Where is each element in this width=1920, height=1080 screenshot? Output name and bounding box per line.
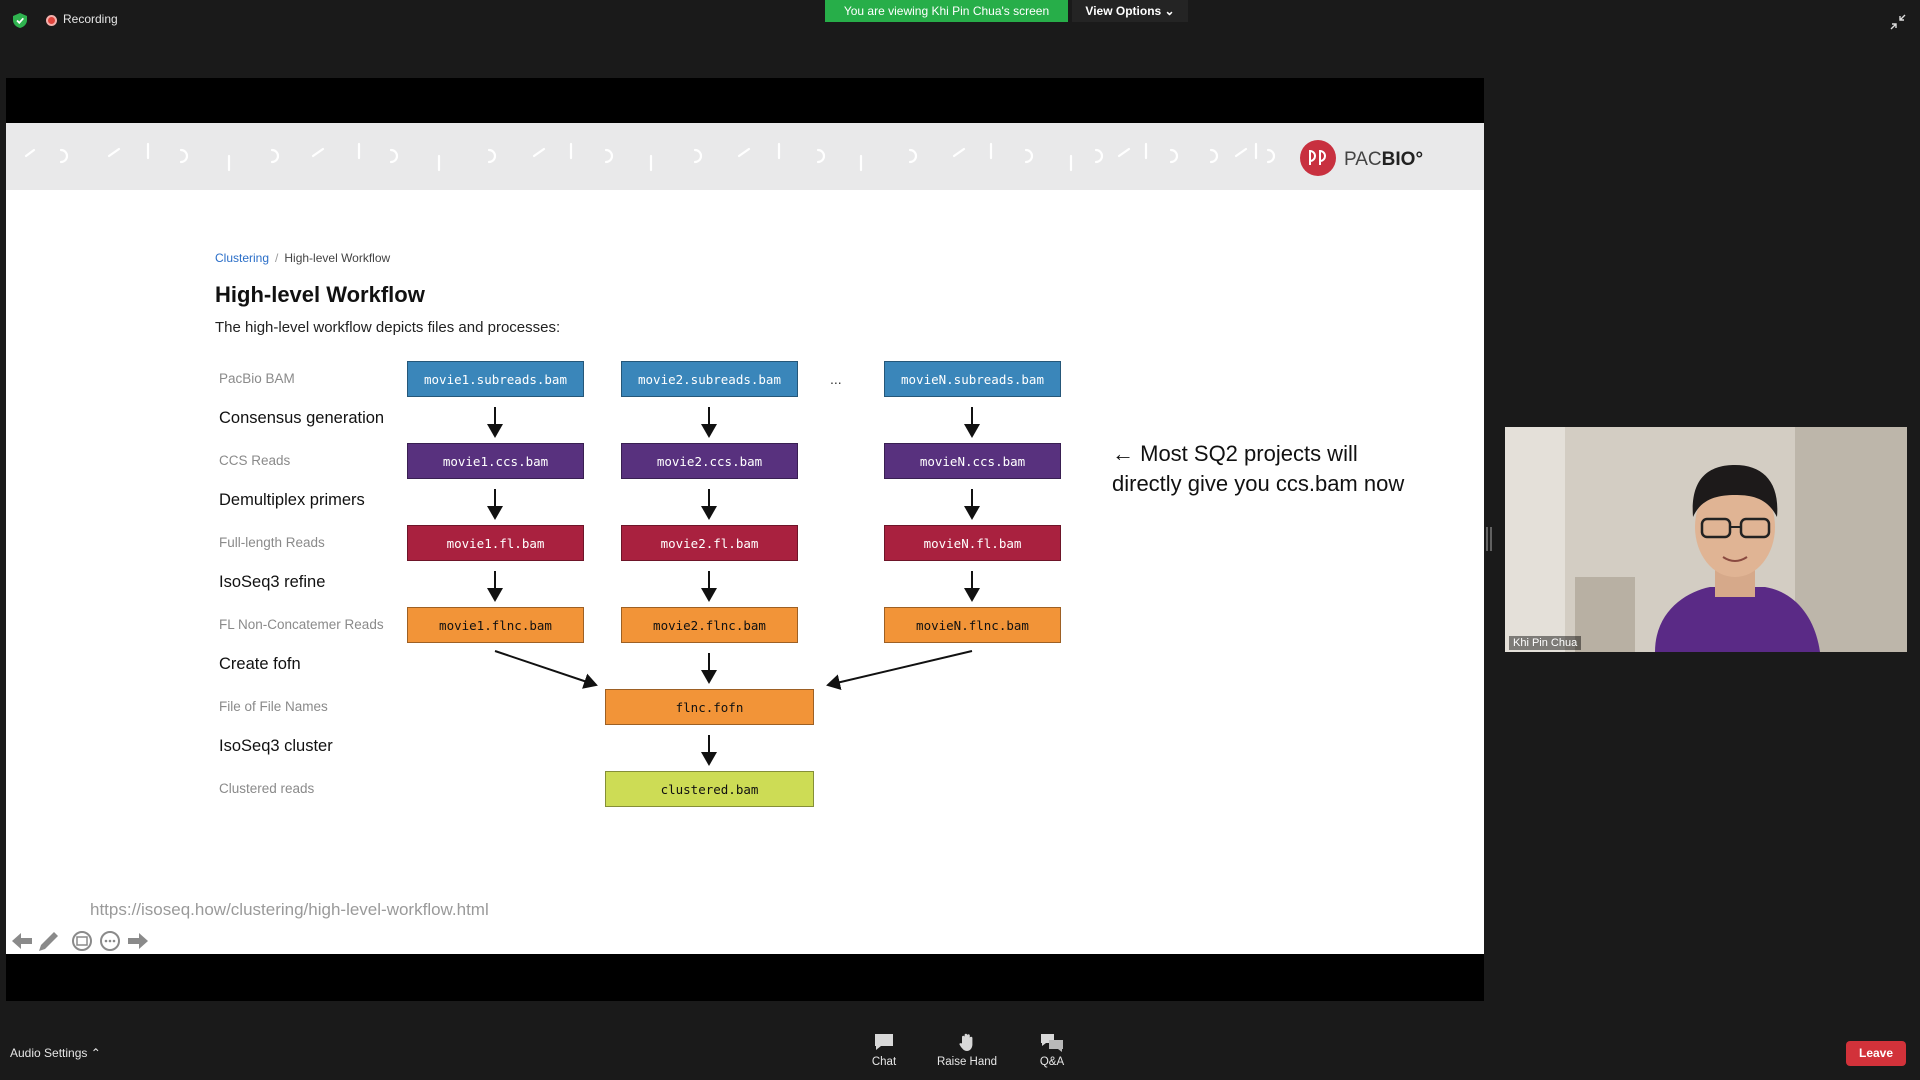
audio-settings-button[interactable]: Audio Settings ⌃ [10,1046,101,1060]
box-movie1-fl: movie1.fl.bam [407,525,584,561]
qa-button[interactable]: Q&A [1032,1032,1072,1068]
recording-indicator-icon [46,15,57,26]
slide-url: https://isoseq.how/clustering/high-level… [90,900,489,919]
view-options-button[interactable]: View Options ⌄ [1072,0,1188,22]
recording-label: Recording [63,12,118,26]
box-movie1-flnc: movie1.flnc.bam [407,607,584,643]
leave-button[interactable]: Leave [1846,1041,1906,1066]
viewing-screen-banner: You are viewing Khi Pin Chua's screen [825,0,1068,22]
box-movie2-fl: movie2.fl.bam [621,525,798,561]
exit-fullscreen-icon[interactable] [1890,14,1906,30]
presentation-slide: PACBIO° Clustering / High-level Workflow H… [6,123,1484,954]
raise-hand-label: Raise Hand [936,1056,998,1068]
raise-hand-button[interactable]: Raise Hand [934,1032,1000,1068]
ellipsis: ... [830,371,842,387]
box-movieN-flnc: movieN.flnc.bam [884,607,1061,643]
box-flnc-fofn: flnc.fofn [605,689,814,725]
box-movieN-subreads: movieN.subreads.bam [884,361,1061,397]
box-movie2-flnc: movie2.flnc.bam [621,607,798,643]
box-movie2-subreads: movie2.subreads.bam [621,361,798,397]
raise-hand-icon [959,1033,973,1051]
chat-icon [875,1034,893,1050]
more-options-icon[interactable] [100,931,120,951]
panel-splitter-handle[interactable] [1486,527,1492,551]
previous-slide-icon[interactable] [12,933,32,949]
chat-label: Chat [871,1056,897,1068]
next-slide-icon[interactable] [128,933,148,949]
participant-name-label: Khi Pin Chua [1509,636,1582,650]
qa-label: Q&A [1039,1056,1065,1068]
box-clustered-bam: clustered.bam [605,771,814,807]
qa-icon [1041,1034,1063,1052]
participant-video-frame [1505,427,1907,652]
box-movie2-ccs: movie2.ccs.bam [621,443,798,479]
slide-note: ← Most SQ2 projects will directly give y… [1112,439,1404,499]
chat-button[interactable]: Chat [864,1032,904,1068]
box-movie1-subreads: movie1.subreads.bam [407,361,584,397]
note-line-1: ← Most SQ2 projects will [1112,441,1358,466]
pen-icon[interactable] [39,932,58,951]
slide-navigation-controls [12,931,148,951]
box-movieN-ccs: movieN.ccs.bam [884,443,1061,479]
box-movie1-ccs: movie1.ccs.bam [407,443,584,479]
note-line-2: directly give you ccs.bam now [1112,471,1405,496]
participant-video[interactable] [1505,427,1907,652]
slides-overview-icon[interactable] [72,931,92,951]
box-movieN-fl: movieN.fl.bam [884,525,1061,561]
security-shield-icon[interactable] [13,13,27,28]
